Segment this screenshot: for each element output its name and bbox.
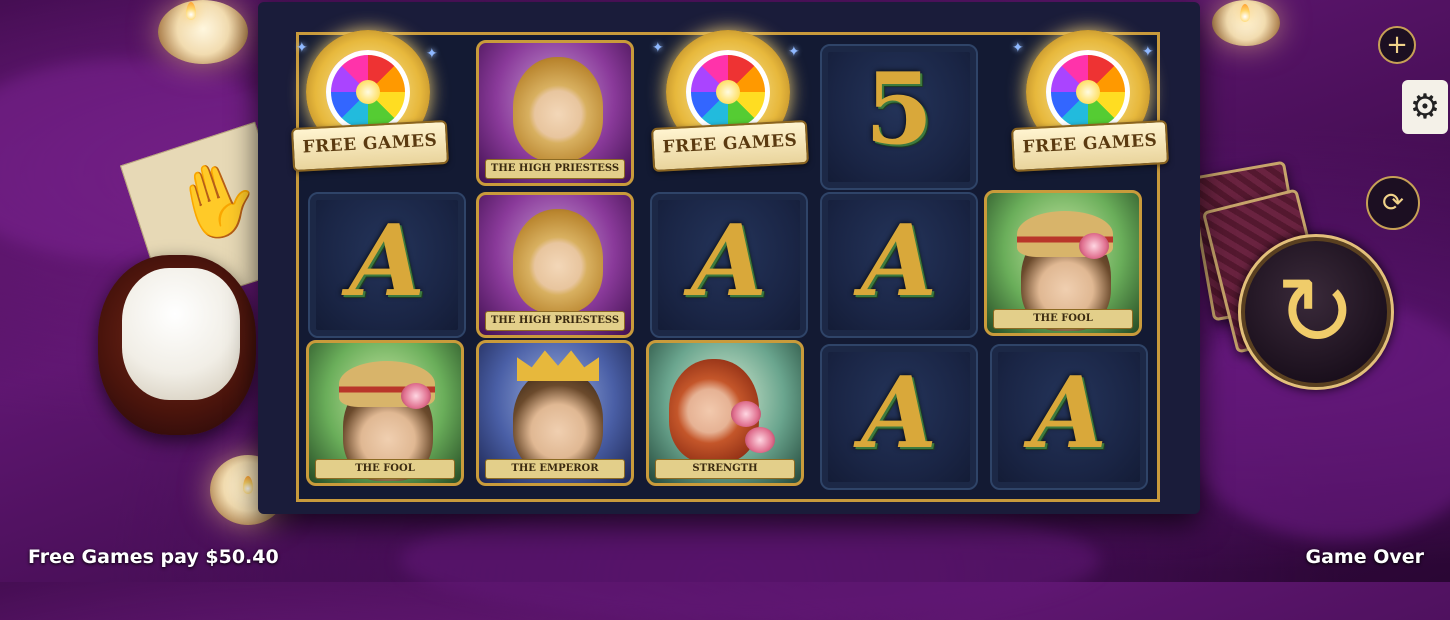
candle-flame — [1240, 4, 1250, 22]
free-games-symbol: FREE GAMES — [650, 30, 810, 173]
candle-flame — [186, 2, 196, 20]
card-label: THE FOOL — [993, 309, 1133, 329]
autoplay-button[interactable]: ⟳ — [1366, 176, 1420, 230]
crown-icon — [517, 350, 599, 381]
symbol-letter: A — [1030, 356, 1108, 471]
tarot-card-symbol: THE HIGH PRIESTESS — [476, 40, 634, 186]
symbol-cell: A — [820, 344, 978, 490]
sparkle-icon: ✦ — [1012, 40, 1024, 56]
tarot-card-symbol: THE FOOL — [306, 340, 464, 486]
tarot-card-symbol: THE EMPEROR — [476, 340, 634, 486]
tarot-card-symbol: THE HIGH PRIESTESS — [476, 192, 634, 338]
free-games-symbol: FREE GAMES — [290, 30, 450, 173]
wheel-hub — [1076, 80, 1100, 104]
free-games-banner: FREE GAMES — [1010, 119, 1170, 173]
card-label: THE EMPEROR — [485, 459, 625, 479]
cloth-fold — [400, 500, 1100, 620]
symbol-letter: A — [860, 204, 938, 319]
symbol-letter: A — [348, 204, 426, 319]
gear-icon: ⚙ — [1409, 87, 1441, 127]
rose-icon — [1079, 233, 1109, 259]
free-games-symbol: FREE GAMES — [1010, 30, 1170, 173]
free-games-banner: FREE GAMES — [290, 119, 450, 173]
card-label: THE HIGH PRIESTESS — [485, 159, 625, 179]
card-label: THE FOOL — [315, 459, 455, 479]
tarot-card-symbol: STRENGTH — [646, 340, 804, 486]
sparkle-icon: ✦ — [296, 40, 308, 56]
bet-increase-button[interactable]: + — [1378, 26, 1416, 64]
symbol-cell: A — [308, 192, 466, 338]
rose-icon — [731, 401, 761, 427]
autoplay-icon: ⟳ — [1382, 188, 1404, 218]
pillar-candle — [122, 268, 240, 400]
spin-icon: ↻ — [1275, 256, 1357, 368]
card-label: STRENGTH — [655, 459, 795, 479]
card-portrait — [513, 209, 603, 313]
symbol-letter: A — [860, 356, 938, 471]
symbol-cell: A — [650, 192, 808, 338]
game-status: Game Over — [1305, 546, 1424, 568]
symbol-cell: 5 — [820, 44, 978, 190]
wheel-hub — [716, 80, 740, 104]
free-games-banner: FREE GAMES — [650, 119, 810, 173]
symbol-cell: A — [820, 192, 978, 338]
candle-flame — [243, 476, 253, 494]
card-label: THE HIGH PRIESTESS — [485, 311, 625, 331]
rose-icon — [401, 383, 431, 409]
card-portrait — [513, 369, 603, 473]
sparkle-icon: ✦ — [788, 44, 800, 60]
symbol-number: 5 — [864, 52, 934, 167]
rose-icon — [745, 427, 775, 453]
candle — [158, 0, 248, 64]
settings-button[interactable]: ⚙ — [1402, 80, 1448, 134]
symbol-letter: A — [690, 204, 768, 319]
card-portrait — [513, 57, 603, 161]
win-message: Free Games pay $50.40 — [28, 546, 279, 568]
tarot-card-symbol: THE FOOL — [984, 190, 1142, 336]
symbol-cell: A — [990, 344, 1148, 490]
sparkle-icon: ✦ — [1142, 44, 1154, 60]
sparkle-icon: ✦ — [426, 46, 438, 62]
sparkle-icon: ✦ — [652, 40, 664, 56]
spin-button[interactable]: ↻ — [1238, 234, 1394, 390]
wheel-hub — [356, 80, 380, 104]
